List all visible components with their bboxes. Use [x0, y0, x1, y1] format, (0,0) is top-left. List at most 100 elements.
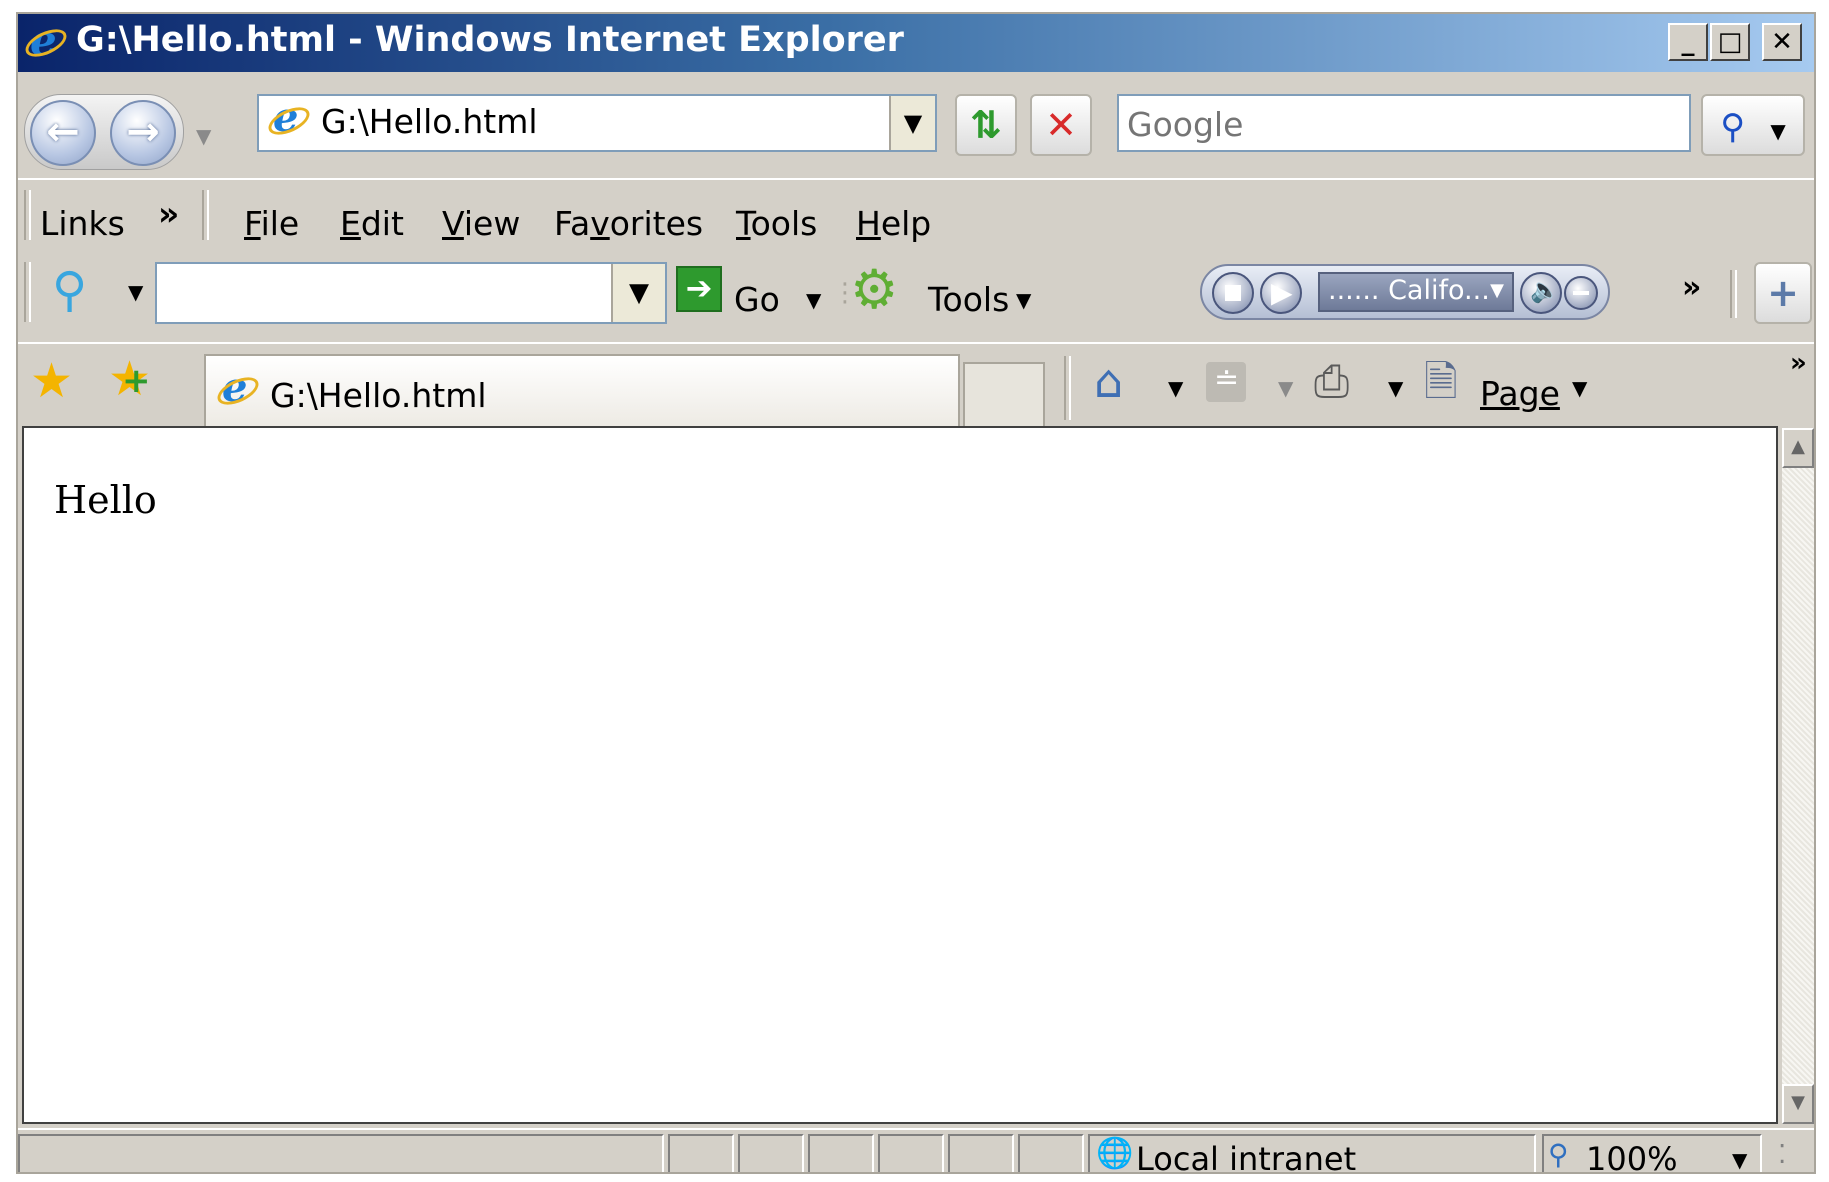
station-selector[interactable]: ...... Califo... ▼ [1318, 272, 1514, 312]
command-bar-chevron-icon[interactable]: » [1790, 348, 1807, 378]
print-dropdown-icon[interactable]: ▼ [1388, 376, 1403, 400]
menu-help[interactable]: Help [856, 204, 931, 243]
station-dropdown-icon: ▼ [1490, 280, 1504, 301]
stop-square-icon [1225, 285, 1241, 301]
go-button[interactable]: Go [734, 280, 780, 319]
stop-media-button[interactable] [1212, 272, 1254, 314]
menu-file[interactable]: File [244, 204, 299, 243]
home-icon[interactable]: ⌂ [1094, 354, 1123, 408]
stop-icon: ✕ [1045, 103, 1077, 147]
zoom-level[interactable]: 100% [1586, 1140, 1677, 1172]
search-box[interactable] [1117, 94, 1691, 152]
chevron-down-icon: ▼ [629, 278, 649, 308]
status-pane [948, 1134, 1014, 1172]
google-search-field[interactable]: ▼ [155, 262, 667, 324]
favorites-center-star-icon[interactable]: ★ [30, 354, 73, 408]
toolbar-separator [1730, 270, 1737, 318]
forward-arrow-icon: → [126, 109, 160, 155]
station-label: ...... Califo... [1328, 275, 1490, 306]
add-favorites-star-icon[interactable]: ★ + [108, 352, 151, 406]
menu-tools[interactable]: Tools [736, 204, 817, 243]
plus-icon: + [122, 361, 151, 401]
home-dropdown-icon[interactable]: ▼ [1168, 376, 1183, 400]
search-input[interactable] [1125, 102, 1684, 146]
add-button[interactable]: + [1754, 262, 1812, 324]
tab-hello[interactable]: e G:\Hello.html [204, 354, 960, 432]
rss-glyph-icon: ≐ [1214, 362, 1240, 397]
toolbar-separator [202, 190, 209, 240]
toolbar-grip[interactable] [24, 262, 31, 322]
play-media-button[interactable]: ▶ [1260, 272, 1302, 314]
page-icon: 🗎 [1424, 357, 1458, 406]
status-pane [668, 1134, 734, 1172]
gear-icon: ⚙ [850, 258, 899, 321]
forward-button[interactable]: → [110, 100, 176, 166]
window-title: G:\Hello.html - Windows Internet Explore… [76, 20, 904, 60]
menu-favorites[interactable]: Favorites [554, 204, 703, 243]
page-dropdown-icon[interactable]: ▼ [1572, 376, 1587, 400]
close-button[interactable]: ✕ [1762, 23, 1802, 61]
refresh-icon: ⇅ [970, 103, 1002, 147]
maximize-button[interactable]: □ [1710, 23, 1750, 61]
refresh-button[interactable]: ⇅ [955, 94, 1017, 156]
stop-button[interactable]: ✕ [1030, 94, 1092, 156]
minimize-button[interactable]: _ [1668, 23, 1708, 61]
status-text-pane [18, 1134, 664, 1172]
command-bar-grip[interactable] [1064, 356, 1071, 420]
feeds-icon[interactable]: ≐ [1206, 362, 1246, 402]
feeds-dropdown-icon[interactable]: ▼ [1278, 376, 1293, 400]
address-text[interactable]: G:\Hello.html [321, 102, 538, 141]
zoom-icon: ⚲ [1548, 1138, 1569, 1171]
resize-grip-icon[interactable]: ⁚ [1778, 1140, 1786, 1170]
go-arrow-icon[interactable]: ➔ [676, 266, 722, 312]
chevron-down-icon: ▼ [903, 109, 923, 137]
scroll-down-button[interactable]: ▼ [1782, 1084, 1814, 1124]
back-arrow-icon: ← [46, 109, 80, 155]
scroll-up-button[interactable]: ▲ [1782, 428, 1814, 468]
print-icon[interactable]: ⎙ [1314, 356, 1349, 408]
page-body-text: Hello [54, 478, 157, 522]
ie-logo-icon: e [21, 16, 71, 65]
vertical-scrollbar[interactable]: ▲ ▼ [1782, 428, 1814, 1124]
volume-button[interactable]: 🔈 [1520, 272, 1562, 314]
address-dropdown-button[interactable]: ▼ [889, 96, 935, 150]
play-icon: ▶ [1271, 276, 1293, 309]
status-bar: 🌐 Local intranet ⚲ 100% ▼ ⁚ [18, 1128, 1814, 1172]
speaker-icon: 🔈 [1530, 276, 1560, 304]
new-tab-button[interactable] [963, 362, 1045, 432]
search-options-dropdown-icon[interactable]: ▼ [1770, 119, 1785, 143]
scroll-down-arrow-icon: ▼ [1791, 1092, 1805, 1113]
tab-ie-icon: e [213, 364, 263, 414]
go-dropdown-icon[interactable]: ▼ [806, 288, 821, 312]
toolbar-grip[interactable] [24, 190, 31, 240]
globe-network-icon: 🌐 [1096, 1136, 1134, 1171]
tools-button[interactable]: Tools [928, 280, 1009, 319]
google-toolbar-chevron-icon[interactable]: » [1682, 270, 1701, 305]
menu-edit[interactable]: Edit [340, 204, 404, 243]
recent-pages-dropdown-icon[interactable]: ▼ [196, 124, 211, 148]
menu-row: Links » File Edit View Favorites Tools H… [18, 178, 1814, 252]
status-pane [878, 1134, 944, 1172]
status-pane [1018, 1134, 1084, 1172]
status-pane [808, 1134, 874, 1172]
title-bar[interactable]: e G:\Hello.html - Windows Internet Explo… [18, 14, 1814, 72]
minus-icon [1573, 291, 1589, 295]
page-ie-icon: e [264, 94, 314, 144]
status-pane [738, 1134, 804, 1172]
tab-title: G:\Hello.html [270, 376, 487, 415]
links-chevron-icon[interactable]: » [158, 194, 179, 233]
google-options-dropdown-icon[interactable]: ▼ [128, 280, 143, 304]
google-search-dropdown-button[interactable]: ▼ [611, 264, 665, 322]
links-label[interactable]: Links [40, 204, 125, 243]
zoom-dropdown-icon[interactable]: ▼ [1732, 1148, 1747, 1172]
media-player: ▶ ...... Califo... ▼ 🔈 [1200, 264, 1610, 320]
menu-view[interactable]: View [442, 204, 520, 243]
back-button[interactable]: ← [30, 100, 96, 166]
address-bar[interactable]: e G:\Hello.html ▼ [257, 94, 937, 152]
search-button[interactable]: ⚲ ▼ [1701, 94, 1805, 156]
tools-dropdown-icon[interactable]: ▼ [1016, 288, 1031, 312]
scroll-up-arrow-icon: ▲ [1791, 436, 1805, 457]
google-search-icon[interactable]: ⚲ [52, 262, 87, 318]
page-menu-button[interactable]: Page [1480, 374, 1560, 413]
minus-volume-button[interactable] [1564, 276, 1598, 310]
